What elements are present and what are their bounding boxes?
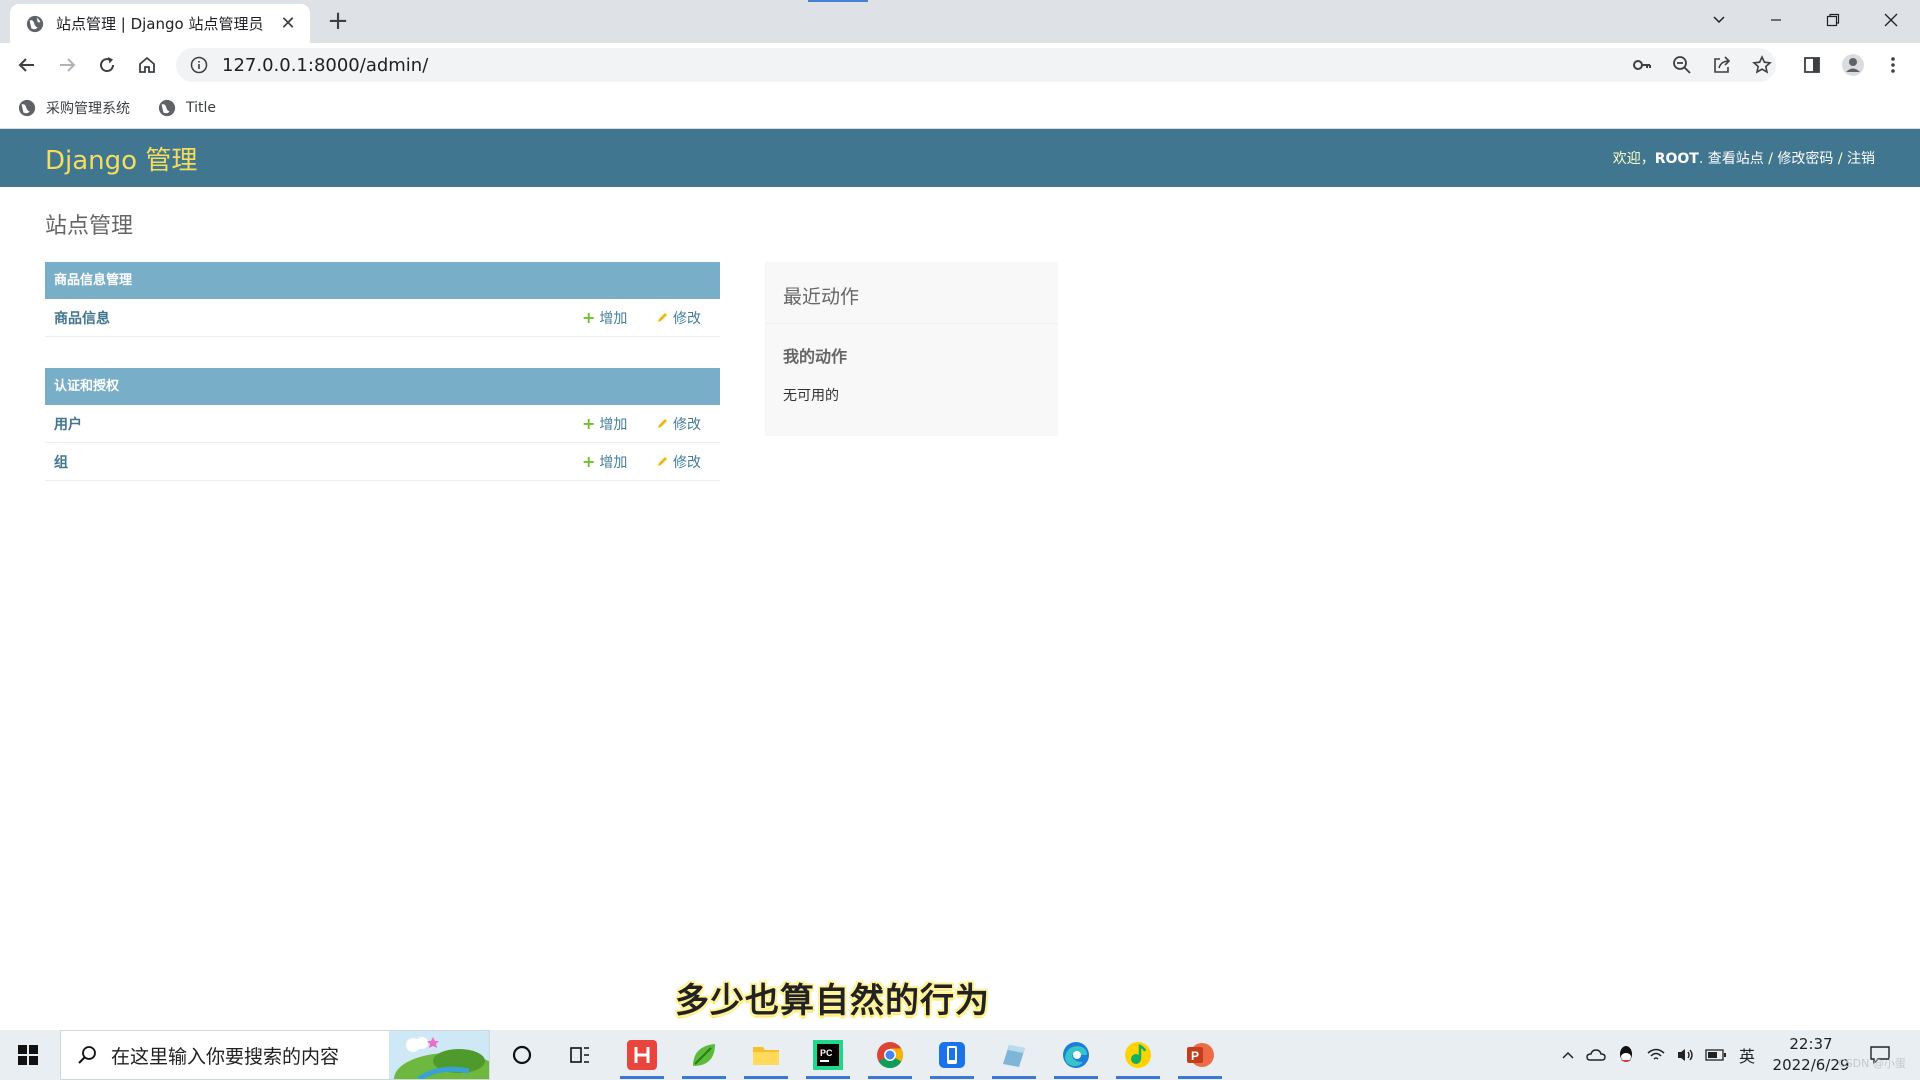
- change-link[interactable]: 修改: [656, 452, 701, 472]
- reload-icon[interactable]: [92, 50, 122, 80]
- chrome-icon[interactable]: [860, 1030, 920, 1080]
- qq-music-icon[interactable]: [1108, 1030, 1168, 1080]
- battery-icon[interactable]: [1704, 1030, 1728, 1080]
- phone-app-icon[interactable]: [922, 1030, 982, 1080]
- empty-actions-text: 无可用的: [783, 388, 839, 404]
- change-link[interactable]: 修改: [656, 308, 701, 328]
- plus-icon: +: [582, 308, 596, 327]
- windows-taskbar: 在这里输入你要搜索的内容 PC P 英 22:37 2022/6/29: [0, 1030, 1920, 1080]
- bookmark-star-icon[interactable]: [1747, 50, 1777, 80]
- separator: /: [1833, 151, 1847, 167]
- plus-icon: +: [582, 452, 596, 471]
- add-link[interactable]: + 增加: [582, 452, 627, 472]
- address-bar[interactable]: 127.0.0.1:8000/admin/: [176, 48, 1776, 82]
- user-tools: 欢迎，ROOT. 查看站点 / 修改密码 / 注销: [1613, 148, 1875, 168]
- tab-close-icon[interactable]: ✕: [278, 13, 298, 34]
- task-view-icon[interactable]: [550, 1030, 610, 1080]
- file-explorer-icon[interactable]: [736, 1030, 796, 1080]
- globe-icon: [26, 15, 44, 32]
- volume-icon[interactable]: [1674, 1030, 1698, 1080]
- home-icon[interactable]: [132, 50, 162, 80]
- view-site-link[interactable]: 查看站点: [1708, 151, 1764, 167]
- search-icon: [78, 1046, 96, 1064]
- bookmark-item[interactable]: Title: [158, 95, 216, 121]
- hbuilder-app-icon[interactable]: [612, 1030, 672, 1080]
- minimize-icon[interactable]: [1753, 0, 1799, 40]
- profile-avatar-icon[interactable]: [1838, 50, 1868, 80]
- new-tab-button[interactable]: +: [323, 6, 353, 36]
- logout-link[interactable]: 注销: [1847, 151, 1875, 167]
- svg-text:PC: PC: [820, 1048, 833, 1058]
- edge-icon[interactable]: [1046, 1030, 1106, 1080]
- leaf-app-icon[interactable]: [674, 1030, 734, 1080]
- plus-icon: +: [582, 414, 596, 433]
- add-link[interactable]: + 增加: [582, 308, 627, 328]
- watermark-text: CSDN @小蛋: [1838, 1057, 1906, 1070]
- share-icon[interactable]: [1707, 50, 1737, 80]
- recent-actions-title: 最近动作: [765, 262, 1058, 324]
- svg-text:P: P: [1191, 1049, 1199, 1063]
- change-link[interactable]: 修改: [656, 414, 701, 434]
- browser-tab-active[interactable]: 站点管理 | Django 站点管理员 ✕: [10, 4, 310, 43]
- search-highlight-illustration-icon: [389, 1031, 489, 1079]
- pencil-icon: [658, 313, 667, 322]
- separator: /: [1763, 151, 1778, 167]
- tab-strip-indicator: [808, 0, 868, 2]
- show-hidden-icons-chevron-icon[interactable]: [1556, 1030, 1580, 1080]
- module-caption[interactable]: 商品信息管理: [45, 262, 720, 299]
- bookmark-item[interactable]: 采购管理系统: [18, 95, 130, 121]
- powerpoint-icon[interactable]: P: [1170, 1030, 1230, 1080]
- site-info-icon[interactable]: [190, 56, 208, 74]
- forward-arrow-icon[interactable]: [52, 50, 82, 80]
- my-actions-heading: 我的动作: [783, 347, 848, 366]
- page-title: 站点管理: [45, 214, 134, 239]
- windows-start-icon[interactable]: [0, 1030, 56, 1080]
- cortana-icon[interactable]: [492, 1030, 552, 1080]
- username: ROOT: [1654, 151, 1699, 167]
- model-row: 用户 + 增加 修改: [45, 405, 720, 443]
- zoom-icon[interactable]: [1667, 50, 1697, 80]
- key-icon[interactable]: [1627, 50, 1657, 80]
- notes-app-icon[interactable]: [984, 1030, 1044, 1080]
- app-module-auth: 认证和授权 用户 + 增加 修改 组 + 增加 修改: [45, 368, 720, 481]
- onedrive-sync-icon[interactable]: [1584, 1030, 1608, 1080]
- model-row: 商品信息 + 增加 修改: [45, 299, 720, 337]
- browser-toolbar: 127.0.0.1:8000/admin/: [0, 43, 1920, 87]
- globe-icon: [158, 99, 176, 117]
- search-placeholder: 在这里输入你要搜索的内容: [111, 1045, 340, 1068]
- change-password-link[interactable]: 修改密码: [1777, 151, 1833, 167]
- tab-search-chevron-icon[interactable]: [1696, 0, 1742, 40]
- site-branding[interactable]: Django 管理: [45, 140, 197, 177]
- bookmark-label: Title: [186, 100, 217, 116]
- restore-icon[interactable]: [1810, 0, 1856, 40]
- browser-menu-icon[interactable]: [1878, 50, 1908, 80]
- pycharm-icon[interactable]: PC: [798, 1030, 858, 1080]
- pencil-icon: [658, 419, 667, 428]
- add-link[interactable]: + 增加: [582, 414, 627, 434]
- admin-header: Django 管理 欢迎，ROOT. 查看站点 / 修改密码 / 注销: [0, 129, 1920, 187]
- bookmark-label: 采购管理系统: [46, 101, 130, 117]
- model-row: 组 + 增加 修改: [45, 443, 720, 481]
- taskbar-search-box[interactable]: 在这里输入你要搜索的内容: [60, 1030, 490, 1080]
- globe-icon: [18, 99, 36, 117]
- module-caption[interactable]: 认证和授权: [45, 368, 720, 405]
- bookmarks-bar: 采购管理系统 Title: [0, 87, 1920, 129]
- recent-actions-panel: 最近动作 我的动作 无可用的: [765, 262, 1058, 436]
- app-module-products: 商品信息管理 商品信息 + 增加 修改: [45, 262, 720, 337]
- separator: .: [1698, 151, 1708, 167]
- wifi-icon[interactable]: [1644, 1030, 1668, 1080]
- back-arrow-icon[interactable]: [12, 50, 42, 80]
- clock-time: 22:37: [1789, 1035, 1833, 1053]
- pencil-icon: [658, 457, 667, 466]
- qq-tray-icon[interactable]: [1614, 1030, 1638, 1080]
- browser-tab-strip: 站点管理 | Django 站点管理员 ✕ +: [0, 0, 1920, 43]
- welcome-text: 欢迎，: [1612, 151, 1655, 167]
- close-window-icon[interactable]: [1868, 0, 1914, 40]
- video-subtitle: 多少也算自然的行为: [675, 981, 990, 1021]
- side-panel-icon[interactable]: [1797, 50, 1827, 80]
- url-text: 127.0.0.1:8000/admin/: [222, 54, 429, 76]
- ime-indicator[interactable]: 英: [1734, 1030, 1760, 1080]
- tab-title: 站点管理 | Django 站点管理员: [56, 15, 264, 33]
